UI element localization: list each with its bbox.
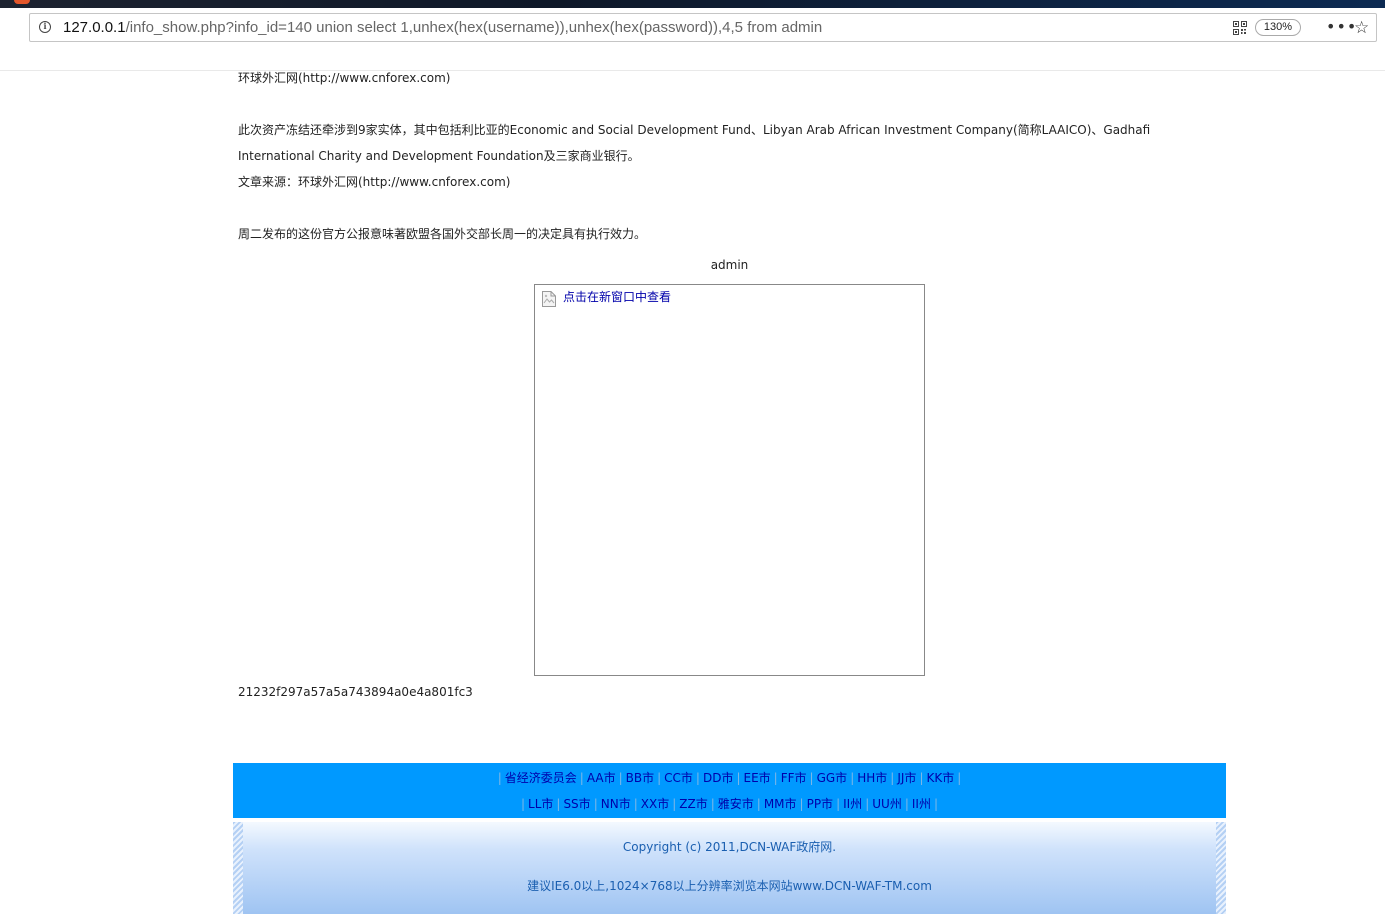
- footer-city-nav: | 省经济委员会 | AA市 | BB市 | CC市 | DD市 | EE市 | FF市 | GG市 | HH市 |…: [233, 763, 1226, 818]
- browser-toolbar: i 127.0.0.1/info_show.php?info_id=140 un…: [0, 8, 1385, 71]
- footer-copyright-panel: Copyright (c) 2011,DCN-WAF政府网. 建议IE6.0以上…: [233, 822, 1226, 914]
- nav-link[interactable]: LL市: [528, 797, 553, 811]
- footer-nav-row-2: | LL市 | SS市 | NN市 | XX市 | ZZ市 | 雅安市 | MM市 | PP市 | II州 | UU州…: [520, 797, 939, 811]
- browser-title-strip: [0, 0, 1385, 8]
- nav-link[interactable]: NN市: [601, 797, 631, 811]
- nav-link[interactable]: ZZ市: [679, 797, 707, 811]
- nav-link[interactable]: SS市: [563, 797, 590, 811]
- tab-favicon-icon[interactable]: [14, 0, 30, 4]
- open-image-new-window-link[interactable]: 点击在新窗口中查看: [563, 288, 671, 305]
- password-hash-output: 21232f297a57a5a743894a0e4a801fc3: [238, 685, 473, 699]
- url-text[interactable]: 127.0.0.1/info_show.php?info_id=140 unio…: [63, 19, 822, 36]
- nav-link[interactable]: FF市: [781, 771, 807, 785]
- nav-link[interactable]: CC市: [664, 771, 693, 785]
- source-line-top: 环球外汇网(http://www.cnforex.com): [238, 71, 451, 85]
- footer-nav-row-1: | 省经济委员会 | AA市 | BB市 | CC市 | DD市 | EE市 | FF市 | GG市 | HH市 |…: [497, 771, 962, 785]
- nav-link[interactable]: II州: [843, 797, 862, 811]
- nav-link[interactable]: UU州: [872, 797, 902, 811]
- footer-edge-decoration: [233, 822, 243, 914]
- article-para1-line2: International Charity and Development Fo…: [238, 149, 640, 163]
- nav-link[interactable]: MM市: [764, 797, 797, 811]
- nav-link[interactable]: 雅安市: [718, 797, 754, 811]
- nav-link[interactable]: BB市: [626, 771, 654, 785]
- url-path: /info_show.php?info_id=140 union select …: [125, 19, 823, 36]
- nav-link[interactable]: KK市: [926, 771, 954, 785]
- qr-code-icon[interactable]: [1233, 21, 1247, 35]
- article-para1-line1: 此次资产冻结还牵涉到9家实体，其中包括利比亚的Economic and Soci…: [238, 123, 1151, 137]
- url-host: 127.0.0.1: [63, 19, 126, 36]
- username-output: admin: [710, 258, 749, 272]
- more-icon[interactable]: •••: [1326, 17, 1357, 36]
- nav-link[interactable]: II州: [912, 797, 931, 811]
- footer-edge-decoration: [1216, 822, 1226, 914]
- nav-link[interactable]: JJ市: [897, 771, 916, 785]
- bookmark-star-icon[interactable]: ☆: [1354, 18, 1369, 38]
- address-bar[interactable]: i 127.0.0.1/info_show.php?info_id=140 un…: [29, 13, 1377, 42]
- broken-image-icon: [542, 291, 556, 307]
- nav-link[interactable]: 省经济委员会: [505, 771, 577, 785]
- browser-recommendation-text: 建议IE6.0以上,1024×768以上分辨率浏览本网站www.DCN-WAF-…: [527, 879, 932, 893]
- broken-image-frame[interactable]: 点击在新窗口中查看: [534, 284, 925, 676]
- nav-link[interactable]: PP市: [807, 797, 833, 811]
- copyright-text: Copyright (c) 2011,DCN-WAF政府网.: [622, 840, 837, 854]
- nav-link[interactable]: HH市: [857, 771, 887, 785]
- nav-link[interactable]: AA市: [587, 771, 616, 785]
- nav-link[interactable]: EE市: [744, 771, 771, 785]
- article-para2: 周二发布的这份官方公报意味著欧盟各国外交部长周一的决定具有执行效力。: [238, 227, 647, 241]
- source-line: 文章来源：环球外汇网(http://www.cnforex.com): [238, 175, 511, 189]
- nav-link[interactable]: XX市: [641, 797, 669, 811]
- zoom-level-badge[interactable]: 130%: [1255, 19, 1301, 36]
- nav-link[interactable]: GG市: [817, 771, 848, 785]
- info-icon[interactable]: i: [39, 21, 51, 33]
- nav-link[interactable]: DD市: [703, 771, 733, 785]
